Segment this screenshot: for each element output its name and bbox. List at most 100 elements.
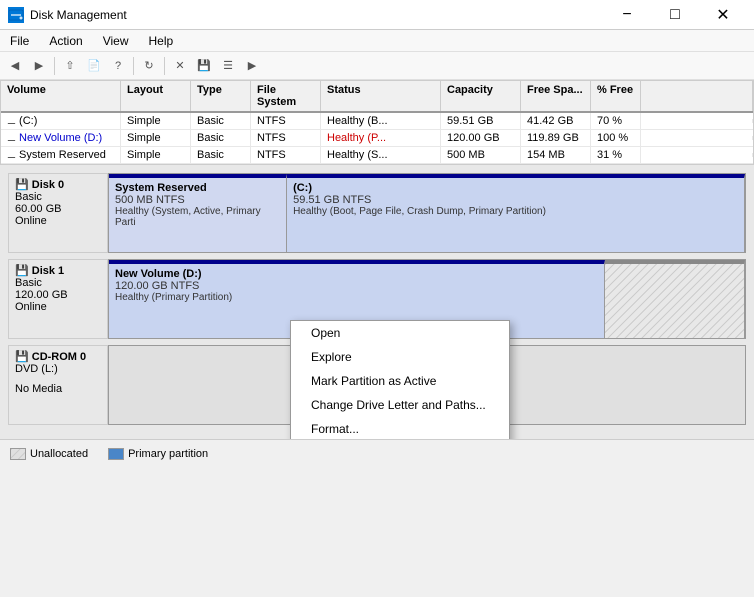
settings-button[interactable]: ☰ (217, 55, 239, 77)
partition-health: Healthy (Boot, Page File, Crash Dump, Pr… (293, 206, 738, 217)
vol-name: ⚊ (C:) (1, 113, 121, 129)
legend-unallocated: Unallocated (10, 448, 88, 460)
vol-layout: Simple (121, 113, 191, 129)
ctx-mark-active[interactable]: Mark Partition as Active (291, 369, 509, 393)
legend-primary-label: Primary partition (128, 448, 208, 460)
disk-0-title: 💾 Disk 0 (15, 178, 101, 191)
partition-health: Healthy (Primary Partition) (115, 292, 598, 303)
legend-unallocated-label: Unallocated (30, 448, 88, 460)
menu-help[interactable]: Help (139, 30, 184, 52)
toolbar: ◀ ▶ ⇧ 📄 ? ↻ ✕ 💾 ☰ ▶ (0, 52, 754, 80)
col-header-status: Status (321, 81, 441, 111)
vol-pct: 70 % (591, 113, 641, 129)
vol-name: ⚊ System Reserved (1, 147, 121, 163)
disk-0-row: 💾 Disk 0 Basic 60.00 GB Online System Re… (8, 173, 746, 253)
vol-free: 41.42 GB (521, 113, 591, 129)
vol-name: ⚊ New Volume (D:) (1, 130, 121, 146)
vol-fs: NTFS (251, 130, 321, 146)
minimize-button[interactable]: − (604, 0, 650, 30)
app-icon (8, 7, 24, 23)
partition-unallocated (605, 260, 745, 338)
disk-1-status: Online (15, 301, 101, 313)
menu-bar: File Action View Help (0, 30, 754, 52)
partition-name: (C:) (293, 182, 738, 194)
vol-extra (641, 153, 753, 157)
menu-file[interactable]: File (0, 30, 39, 52)
properties-button[interactable]: 📄 (83, 55, 105, 77)
table-row[interactable]: ⚊ System Reserved Simple Basic NTFS Heal… (1, 147, 753, 164)
disk-1-title: 💾 Disk 1 (15, 264, 101, 277)
toolbar-separator-1 (54, 57, 55, 75)
toolbar-separator-3 (164, 57, 165, 75)
disk-0-size: 60.00 GB (15, 203, 101, 215)
context-menu: Open Explore Mark Partition as Active Ch… (290, 320, 510, 439)
cdrom-type: DVD (L:) (15, 363, 101, 375)
vol-type: Basic (191, 147, 251, 163)
vol-fs: NTFS (251, 147, 321, 163)
legend-primary-box (108, 448, 124, 460)
toolbar-separator-2 (133, 57, 134, 75)
disk-0-partitions: System Reserved 500 MB NTFS Healthy (Sys… (108, 173, 746, 253)
vol-layout: Simple (121, 147, 191, 163)
ctx-explore[interactable]: Explore (291, 345, 509, 369)
cdrom-label: 💾 CD-ROM 0 DVD (L:) No Media (8, 345, 108, 425)
export-button[interactable]: 💾 (193, 55, 215, 77)
menu-view[interactable]: View (93, 30, 139, 52)
ctx-change-drive[interactable]: Change Drive Letter and Paths... (291, 393, 509, 417)
vol-status: Healthy (P... (321, 130, 441, 146)
partition-name: System Reserved (115, 182, 280, 194)
disk-map-area: 💾 Disk 0 Basic 60.00 GB Online System Re… (0, 165, 754, 439)
window-controls: − □ ✕ (604, 0, 746, 30)
forward-button[interactable]: ▶ (28, 55, 50, 77)
col-header-pct: % Free (591, 81, 641, 111)
partition-c[interactable]: (C:) 59.51 GB NTFS Healthy (Boot, Page F… (287, 174, 745, 252)
vol-pct: 100 % (591, 130, 641, 146)
disk-0-label: 💾 Disk 0 Basic 60.00 GB Online (8, 173, 108, 253)
cdrom-title: 💾 CD-ROM 0 (15, 350, 101, 363)
partition-size: 500 MB NTFS (115, 194, 280, 206)
vol-status: Healthy (S... (321, 147, 441, 163)
vol-pct: 31 % (591, 147, 641, 163)
cancel-button[interactable]: ✕ (169, 55, 191, 77)
refresh-button[interactable]: ↻ (138, 55, 160, 77)
vol-type: Basic (191, 113, 251, 129)
close-button[interactable]: ✕ (700, 0, 746, 30)
ctx-format[interactable]: Format... (291, 417, 509, 439)
disk-1-label: 💾 Disk 1 Basic 120.00 GB Online (8, 259, 108, 339)
vol-free: 154 MB (521, 147, 591, 163)
col-header-extra (641, 81, 753, 111)
vol-cap: 120.00 GB (441, 130, 521, 146)
col-header-volume: Volume (1, 81, 121, 111)
title-bar: Disk Management − □ ✕ (0, 0, 754, 30)
vol-status: Healthy (B... (321, 113, 441, 129)
col-header-layout: Layout (121, 81, 191, 111)
maximize-button[interactable]: □ (652, 0, 698, 30)
back-button[interactable]: ◀ (4, 55, 26, 77)
partition-health: Healthy (System, Active, Primary Parti (115, 206, 280, 228)
cdrom-media: No Media (15, 383, 101, 395)
console-button[interactable]: ▶ (241, 55, 263, 77)
help-button[interactable]: ? (107, 55, 129, 77)
disk-1-size: 120.00 GB (15, 289, 101, 301)
volume-table: Volume Layout Type File System Status Ca… (0, 80, 754, 165)
partition-system-reserved[interactable]: System Reserved 500 MB NTFS Healthy (Sys… (109, 174, 287, 252)
partition-size: 59.51 GB NTFS (293, 194, 738, 206)
col-header-free: Free Spa... (521, 81, 591, 111)
menu-action[interactable]: Action (39, 30, 92, 52)
disk-0-status: Online (15, 215, 101, 227)
vol-layout: Simple (121, 130, 191, 146)
legend: Unallocated Primary partition (0, 439, 754, 467)
ctx-open[interactable]: Open (291, 321, 509, 345)
vol-extra (641, 136, 753, 140)
table-row[interactable]: ⚊ New Volume (D:) Simple Basic NTFS Heal… (1, 130, 753, 147)
col-header-type: Type (191, 81, 251, 111)
disk-0-type: Basic (15, 191, 101, 203)
up-button[interactable]: ⇧ (59, 55, 81, 77)
disk-1-type: Basic (15, 277, 101, 289)
partition-name: New Volume (D:) (115, 268, 598, 280)
col-header-capacity: Capacity (441, 81, 521, 111)
table-row[interactable]: ⚊ (C:) Simple Basic NTFS Healthy (B... 5… (1, 113, 753, 130)
vol-cap: 59.51 GB (441, 113, 521, 129)
vol-fs: NTFS (251, 113, 321, 129)
window-title: Disk Management (30, 8, 127, 22)
